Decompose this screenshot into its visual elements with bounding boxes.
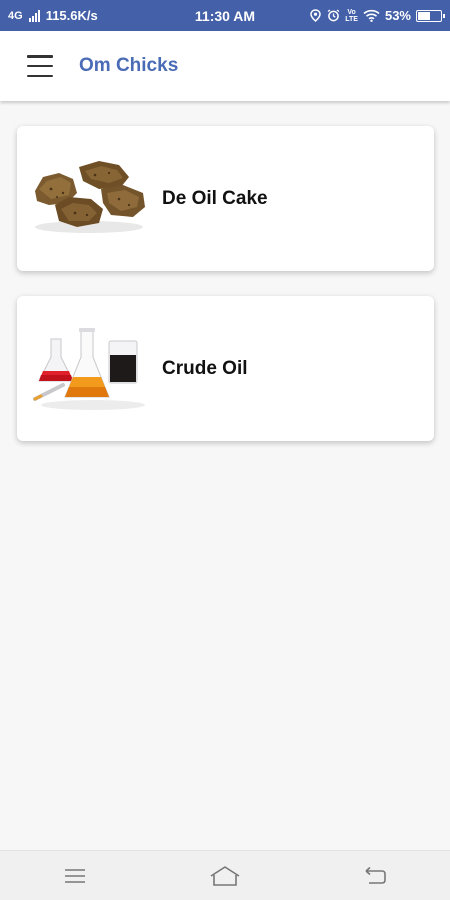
app-bar: Om Chicks	[0, 31, 450, 101]
status-bar: 4G 115.6K/s 11:30 AM Vo LTE 53%	[0, 0, 450, 31]
battery-icon	[416, 9, 445, 22]
status-right: Vo LTE 53%	[309, 0, 445, 31]
status-left: 4G 115.6K/s	[0, 8, 170, 23]
hamburger-menu-icon[interactable]	[27, 55, 53, 77]
location-icon	[309, 9, 322, 22]
de-oil-cake-image	[29, 149, 149, 249]
network-speed: 115.6K/s	[45, 8, 98, 23]
product-label-de-oil-cake: De Oil Cake	[162, 187, 268, 209]
app-title: Om Chicks	[79, 55, 179, 76]
volte-bottom: LTE	[345, 15, 358, 23]
volte-top: Vo	[347, 8, 356, 16]
back-icon[interactable]	[345, 856, 405, 896]
home-icon[interactable]	[195, 856, 255, 896]
recent-apps-icon[interactable]	[45, 856, 105, 896]
alarm-icon	[327, 9, 340, 22]
crude-oil-flasks-image	[29, 319, 149, 419]
battery-percent: 53%	[384, 8, 411, 23]
wifi-icon	[363, 9, 380, 22]
product-card-crude-oil[interactable]: Crude Oil	[17, 296, 434, 441]
product-card-de-oil-cake[interactable]: De Oil Cake	[17, 126, 434, 271]
volte-icon: Vo LTE	[345, 9, 358, 23]
network-type: 4G	[8, 9, 23, 22]
signal-icon	[28, 9, 40, 22]
system-nav-bar	[0, 850, 450, 900]
product-label-crude-oil: Crude Oil	[162, 357, 248, 379]
